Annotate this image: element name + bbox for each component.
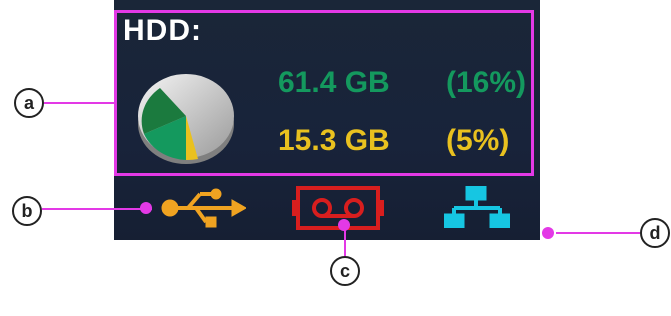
callout-line-d: [556, 232, 640, 234]
callout-d: d: [640, 218, 670, 248]
callout-b: b: [12, 196, 42, 226]
free-percent: (5%): [446, 124, 510, 157]
callout-line-a: [44, 102, 116, 104]
hdd-label: HDD:: [123, 14, 202, 47]
network-icon[interactable]: [444, 186, 510, 228]
used-size: 61.4 GB: [278, 66, 390, 99]
callout-dot-c: [338, 219, 350, 231]
hdd-pie-chart: [138, 74, 234, 164]
callout-line-b: [42, 208, 152, 210]
callout-a: a: [14, 88, 44, 118]
callout-dot-d: [542, 227, 554, 239]
callout-c: c: [330, 256, 360, 286]
used-percent: (16%): [446, 66, 527, 99]
free-size: 15.3 GB: [278, 124, 390, 157]
callout-dot-b: [140, 202, 152, 214]
usb-icon[interactable]: [160, 186, 246, 230]
